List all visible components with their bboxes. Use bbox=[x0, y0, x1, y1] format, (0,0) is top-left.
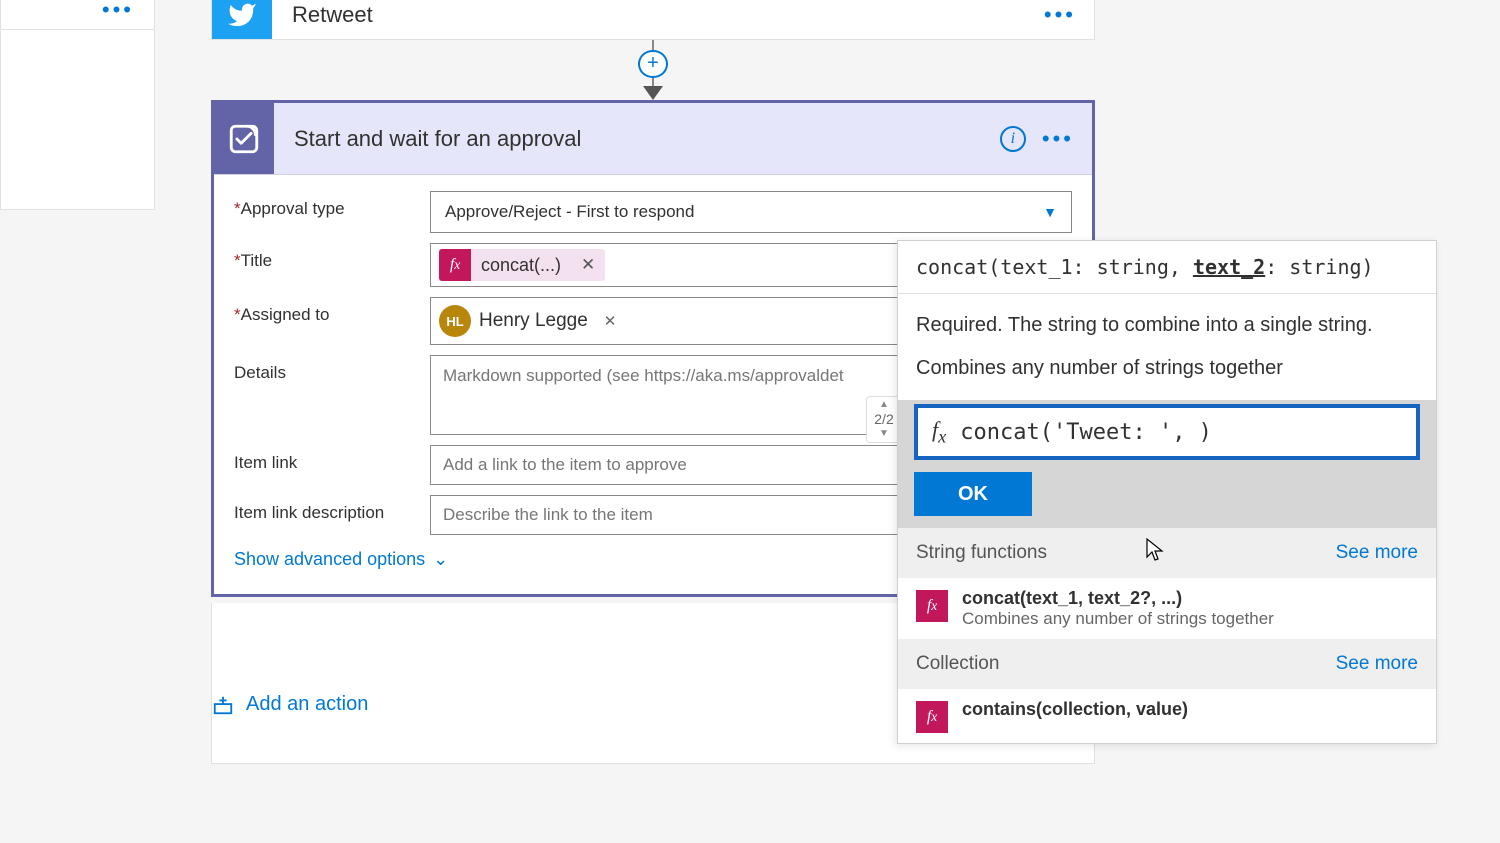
expression-desc-summary: Combines any number of strings together bbox=[898, 345, 1436, 400]
paging-value: 2/2 bbox=[867, 411, 901, 428]
expression-input[interactable]: concat('Tweet: ', ) bbox=[960, 420, 1416, 445]
select-approval-type-value: Approve/Reject - First to respond bbox=[445, 202, 694, 222]
approval-header[interactable]: Start and wait for an approval i ••• bbox=[214, 103, 1092, 175]
twitter-icon bbox=[212, 0, 272, 39]
assigned-remove-icon[interactable]: ✕ bbox=[596, 312, 625, 330]
add-action-icon bbox=[212, 694, 234, 716]
retweet-more-icon[interactable]: ••• bbox=[1044, 2, 1094, 28]
input-item-link-placeholder: Add a link to the item to approve bbox=[443, 455, 687, 475]
retweet-title: Retweet bbox=[272, 2, 1044, 28]
label-approval-type: *Approval type bbox=[234, 191, 430, 219]
connector: + bbox=[211, 40, 1095, 100]
label-assigned: *Assigned to bbox=[234, 297, 430, 325]
label-item-link: Item link bbox=[234, 445, 430, 473]
show-advanced-label: Show advanced options bbox=[234, 549, 425, 570]
fx-icon: fx bbox=[916, 590, 948, 622]
function-concat-name: concat(text_1, text_2?, ...) bbox=[962, 588, 1274, 609]
retweet-card[interactable]: Retweet ••• bbox=[211, 0, 1095, 40]
avatar: HL bbox=[439, 305, 471, 337]
input-item-link-desc-placeholder: Describe the link to the item bbox=[443, 505, 653, 525]
expression-chip[interactable]: fx concat(...) ✕ bbox=[439, 249, 605, 281]
category-label: String functions bbox=[916, 542, 1047, 564]
expression-ok-row: OK bbox=[898, 460, 1436, 528]
side-card-more-icon[interactable]: ••• bbox=[102, 5, 134, 15]
expression-chip-label: concat(...) bbox=[471, 255, 571, 276]
expression-panel: concat(text_1: string, text_2: string) R… bbox=[897, 240, 1437, 744]
paging-up-icon[interactable]: ▲ bbox=[867, 399, 901, 411]
see-more-link[interactable]: See more bbox=[1336, 542, 1418, 564]
chevron-down-icon: ▼ bbox=[1043, 204, 1057, 220]
fx-icon: fx bbox=[916, 701, 948, 733]
arrow-down-icon bbox=[643, 86, 663, 100]
input-details-placeholder: Markdown supported (see https://aka.ms/a… bbox=[443, 366, 844, 386]
function-contains-name: contains(collection, value) bbox=[962, 699, 1188, 720]
approval-icon bbox=[214, 103, 274, 174]
row-approval-type: *Approval type Approve/Reject - First to… bbox=[234, 191, 1072, 233]
label-item-link-desc: Item link description bbox=[234, 495, 430, 523]
fx-icon: fx bbox=[439, 249, 471, 281]
expression-input-wrap: fx concat('Tweet: ', ) bbox=[914, 404, 1420, 460]
add-action-button[interactable]: Add an action bbox=[212, 693, 368, 716]
expression-desc-required: Required. The string to combine into a s… bbox=[898, 294, 1436, 345]
function-concat-sub: Combines any number of strings together bbox=[962, 609, 1274, 629]
approval-title: Start and wait for an approval bbox=[274, 126, 1000, 152]
category-collection: Collection See more bbox=[898, 639, 1436, 689]
add-step-icon[interactable]: + bbox=[638, 50, 668, 79]
label-title: *Title bbox=[234, 243, 430, 271]
see-more-link[interactable]: See more bbox=[1336, 653, 1418, 675]
function-concat[interactable]: fx concat(text_1, text_2?, ...) Combines… bbox=[898, 578, 1436, 639]
label-details: Details bbox=[234, 355, 430, 383]
paging-down-icon[interactable]: ▼ bbox=[867, 428, 901, 440]
chevron-down-icon: ⌄ bbox=[433, 549, 448, 570]
info-icon[interactable]: i bbox=[1000, 126, 1026, 152]
assigned-name: Henry Legge bbox=[479, 310, 588, 332]
side-card-body bbox=[0, 30, 155, 210]
ok-button[interactable]: OK bbox=[914, 472, 1032, 516]
expression-signature: concat(text_1: string, text_2: string) bbox=[898, 241, 1436, 294]
add-action-label: Add an action bbox=[246, 693, 368, 716]
category-string-functions: String functions See more bbox=[898, 528, 1436, 578]
function-contains[interactable]: fx contains(collection, value) bbox=[898, 689, 1436, 743]
category-label: Collection bbox=[916, 653, 999, 675]
fx-icon: fx bbox=[918, 417, 960, 447]
show-advanced-link[interactable]: Show advanced options ⌄ bbox=[234, 545, 448, 578]
side-card-header: ••• bbox=[0, 0, 155, 30]
expression-chip-remove-icon[interactable]: ✕ bbox=[571, 255, 605, 275]
select-approval-type[interactable]: Approve/Reject - First to respond ▼ bbox=[430, 191, 1072, 233]
approval-more-icon[interactable]: ••• bbox=[1042, 126, 1092, 152]
